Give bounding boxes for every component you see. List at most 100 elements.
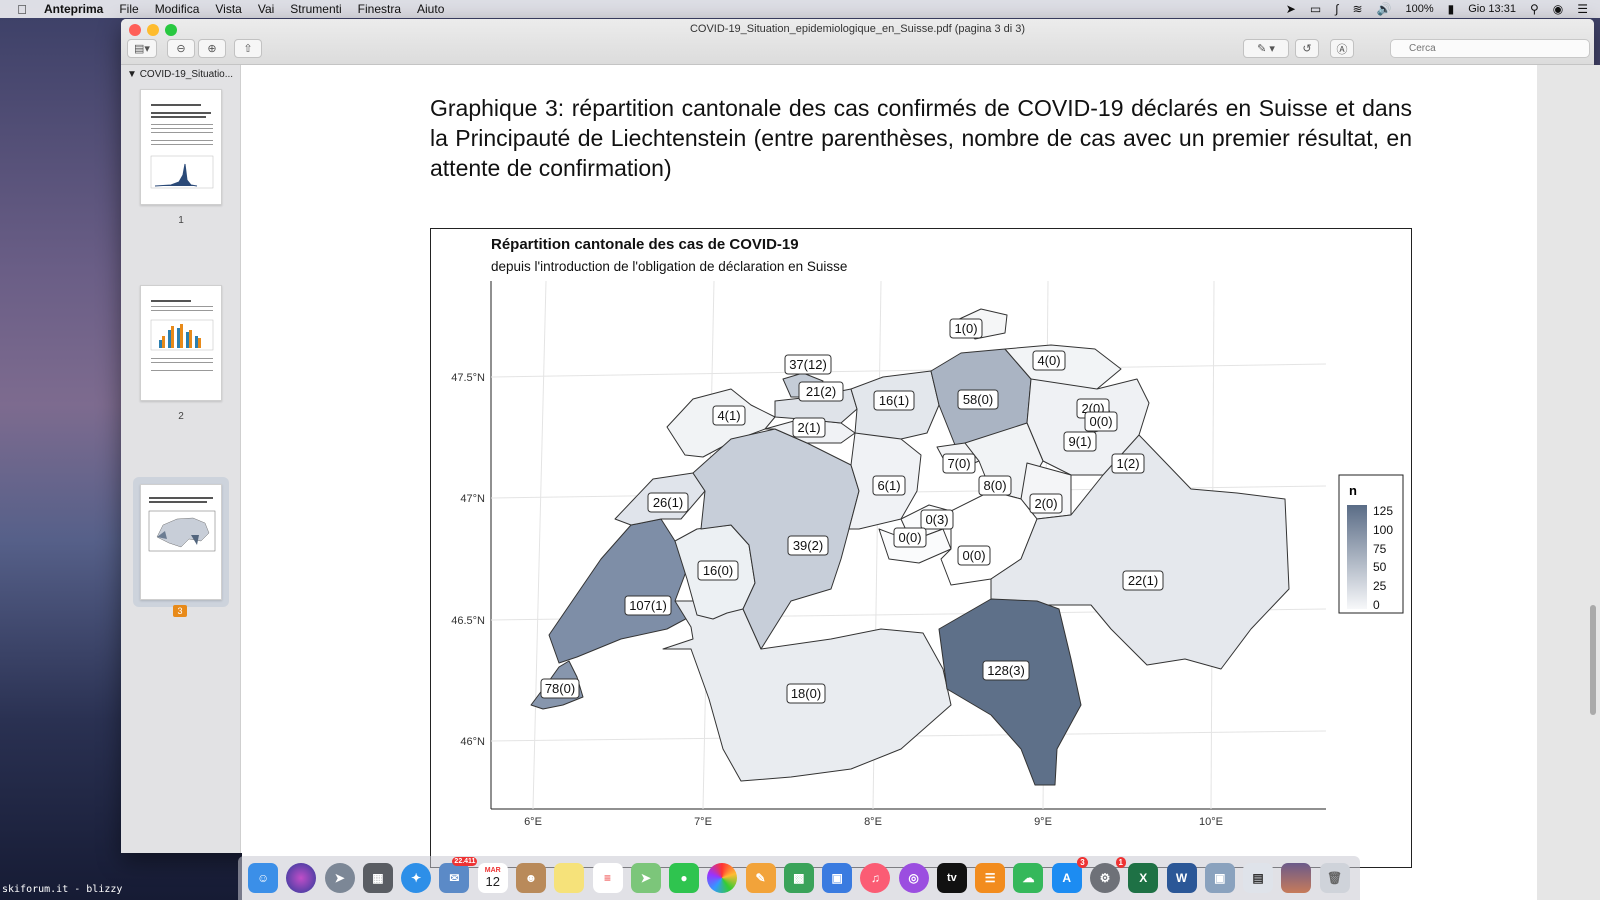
preview-icon[interactable]: ▣ — [1204, 863, 1235, 893]
calendar-day: 12 — [485, 874, 500, 889]
cloud-app-icon[interactable]: ☁ — [1013, 863, 1044, 893]
page-number-2: 2 — [178, 411, 184, 422]
safari-icon[interactable]: ✦ — [401, 863, 432, 893]
battery-icon[interactable]: ▮ — [1448, 2, 1455, 16]
location-icon[interactable]: ➤ — [1286, 2, 1296, 16]
disclosure-triangle-icon[interactable]: ▼ — [127, 69, 137, 80]
lon-tick-8: 8°E — [864, 816, 882, 828]
reminders-icon[interactable]: ≡ — [592, 863, 623, 893]
label-text-bern: 39(2) — [793, 538, 823, 553]
lat-tick-47: 47°N — [460, 493, 485, 505]
mail-icon[interactable]: ✉ 22.411 — [439, 857, 478, 893]
document-stack-icon[interactable]: ▤ — [1243, 863, 1274, 893]
zoom-in-button[interactable]: ⊕ — [198, 39, 226, 58]
label-text-liechtenstein: 1(2) — [1116, 456, 1139, 471]
rotate-button[interactable]: ↺ — [1295, 39, 1319, 58]
excel-letter: X — [1139, 871, 1148, 885]
maps-icon[interactable]: ➤ — [630, 863, 661, 893]
page-thumbnail-3[interactable] — [140, 484, 222, 600]
label-schwyz: 8(0) — [978, 475, 1012, 496]
music-icon[interactable]: ♫ — [860, 863, 891, 893]
app-store-badge: 3 — [1077, 857, 1088, 868]
graphic-heading: Graphique 3: répartition cantonale des c… — [430, 95, 1412, 181]
zoom-out-button[interactable]: ⊖ — [167, 39, 195, 58]
sidebar-toggle-button[interactable]: ▤▾ — [127, 39, 157, 58]
label-text-zug: 7(0) — [947, 456, 970, 471]
menu-app-name[interactable]: Anteprima — [44, 2, 111, 16]
map-panel: 1(0) 4(0) 37(12) 21(2) 16(1) 58(0) 4(1) … — [451, 280, 1327, 828]
label-text-solothurn: 2(1) — [797, 420, 820, 435]
menu-tools[interactable]: Strumenti — [282, 2, 349, 16]
wifi-icon[interactable]: ≋ — [1352, 2, 1362, 16]
apple-tv-icon[interactable]: tv — [936, 863, 967, 893]
markup-pen-button[interactable]: ✎ ▾ — [1243, 39, 1289, 58]
label-appenzell-ir: 0(0) — [1084, 411, 1118, 432]
map-title: Répartition cantonale des cas de COVID-1… — [491, 236, 799, 253]
messages-icon[interactable]: ● — [669, 863, 700, 893]
numbers-icon[interactable]: ▩ — [783, 863, 814, 893]
word-icon[interactable]: W — [1166, 863, 1197, 893]
share-button[interactable]: ⇧ — [234, 39, 262, 58]
menu-file[interactable]: File — [111, 2, 146, 16]
label-text-lucerne: 6(1) — [877, 478, 900, 493]
page-3-preview — [148, 497, 216, 552]
spotlight-icon[interactable]: ⚲ — [1530, 2, 1539, 16]
markup-toolbar-button[interactable]: Ⓐ — [1330, 39, 1354, 58]
trash-icon[interactable]: 🗑 — [1319, 863, 1350, 893]
label-lucerne: 6(1) — [872, 475, 906, 496]
notes-icon[interactable] — [554, 863, 585, 893]
markup-icon: Ⓐ — [1336, 43, 1348, 56]
bluetooth-icon[interactable]: ∫ — [1335, 2, 1338, 16]
keynote-icon[interactable]: ▣ — [822, 863, 853, 893]
menu-window[interactable]: Finestra — [350, 2, 409, 16]
podcasts-icon[interactable]: ◎ — [898, 863, 929, 893]
legend-color-bar — [1347, 505, 1367, 609]
calculator-icon[interactable]: ▦ — [362, 863, 393, 893]
label-text-basel-land: 21(2) — [806, 384, 836, 399]
contacts-icon[interactable]: ☻ — [515, 863, 546, 893]
mail-badge: 22.411 — [452, 857, 478, 866]
label-nidwalden: 0(3) — [920, 509, 954, 530]
system-preferences-icon[interactable]: ⚙ 1 — [1089, 857, 1126, 893]
label-text-fribourg: 16(0) — [703, 563, 733, 578]
lat-tick-46: 46°N — [460, 736, 485, 748]
photos-icon[interactable] — [707, 863, 738, 893]
lon-tick-9: 9°E — [1034, 816, 1052, 828]
menubar-clock[interactable]: Gio 13:31 — [1468, 3, 1516, 15]
lon-tick-7: 7°E — [694, 816, 712, 828]
apple-menu-icon[interactable]:  — [0, 2, 44, 17]
page-thumbnail-2[interactable] — [140, 285, 222, 401]
canton-ticino — [938, 598, 1082, 786]
menu-edit[interactable]: Modifica — [147, 2, 208, 16]
airplay-icon[interactable]: ▭ — [1310, 2, 1321, 16]
sidebar-document-header[interactable]: ▼ COVID-19_Situatio... — [121, 65, 240, 84]
books-icon[interactable]: ☰ — [975, 863, 1006, 893]
calendar-icon[interactable]: MAR 12 — [477, 863, 508, 893]
search-input[interactable] — [1390, 39, 1590, 58]
siri-icon[interactable]: ◉ — [1553, 2, 1563, 16]
thumbnail-sidebar: ▼ COVID-19_Situatio... 1 2 3 — [121, 65, 241, 853]
battery-percent[interactable]: 100% — [1406, 3, 1434, 15]
menu-view[interactable]: Vista — [207, 2, 249, 16]
menu-bar:  Anteprima File Modifica Vista Vai Stru… — [0, 0, 1600, 18]
excel-icon[interactable]: X — [1128, 863, 1159, 893]
downloads-stack-icon[interactable] — [1281, 863, 1312, 893]
page-thumbnail-1[interactable] — [140, 89, 222, 205]
menu-help[interactable]: Aiuto — [409, 2, 452, 16]
map-legend: n 125 100 75 50 25 0 — [1338, 474, 1404, 614]
document-view[interactable]: Graphique 3: répartition cantonale des c… — [242, 65, 1600, 900]
pages-icon[interactable]: ✎ — [745, 863, 776, 893]
volume-icon[interactable]: 🔊 — [1377, 2, 1392, 16]
label-schaffhausen: 1(0) — [949, 318, 983, 339]
app-store-icon[interactable]: A3 — [1051, 857, 1088, 893]
sidebar-icon: ▤▾ — [134, 43, 150, 55]
pen-icon: ✎ ▾ — [1257, 43, 1275, 55]
menu-go[interactable]: Vai — [250, 2, 282, 16]
siri-icon[interactable] — [286, 863, 317, 893]
notification-center-icon[interactable]: ☰ — [1577, 2, 1588, 16]
launchpad-icon[interactable]: ➤ — [324, 863, 355, 893]
finder-icon[interactable]: ☺ — [248, 863, 279, 893]
vertical-scrollbar[interactable] — [1590, 605, 1596, 715]
label-text-glarus: 2(0) — [1034, 496, 1057, 511]
legend-tick-50: 50 — [1373, 560, 1387, 574]
